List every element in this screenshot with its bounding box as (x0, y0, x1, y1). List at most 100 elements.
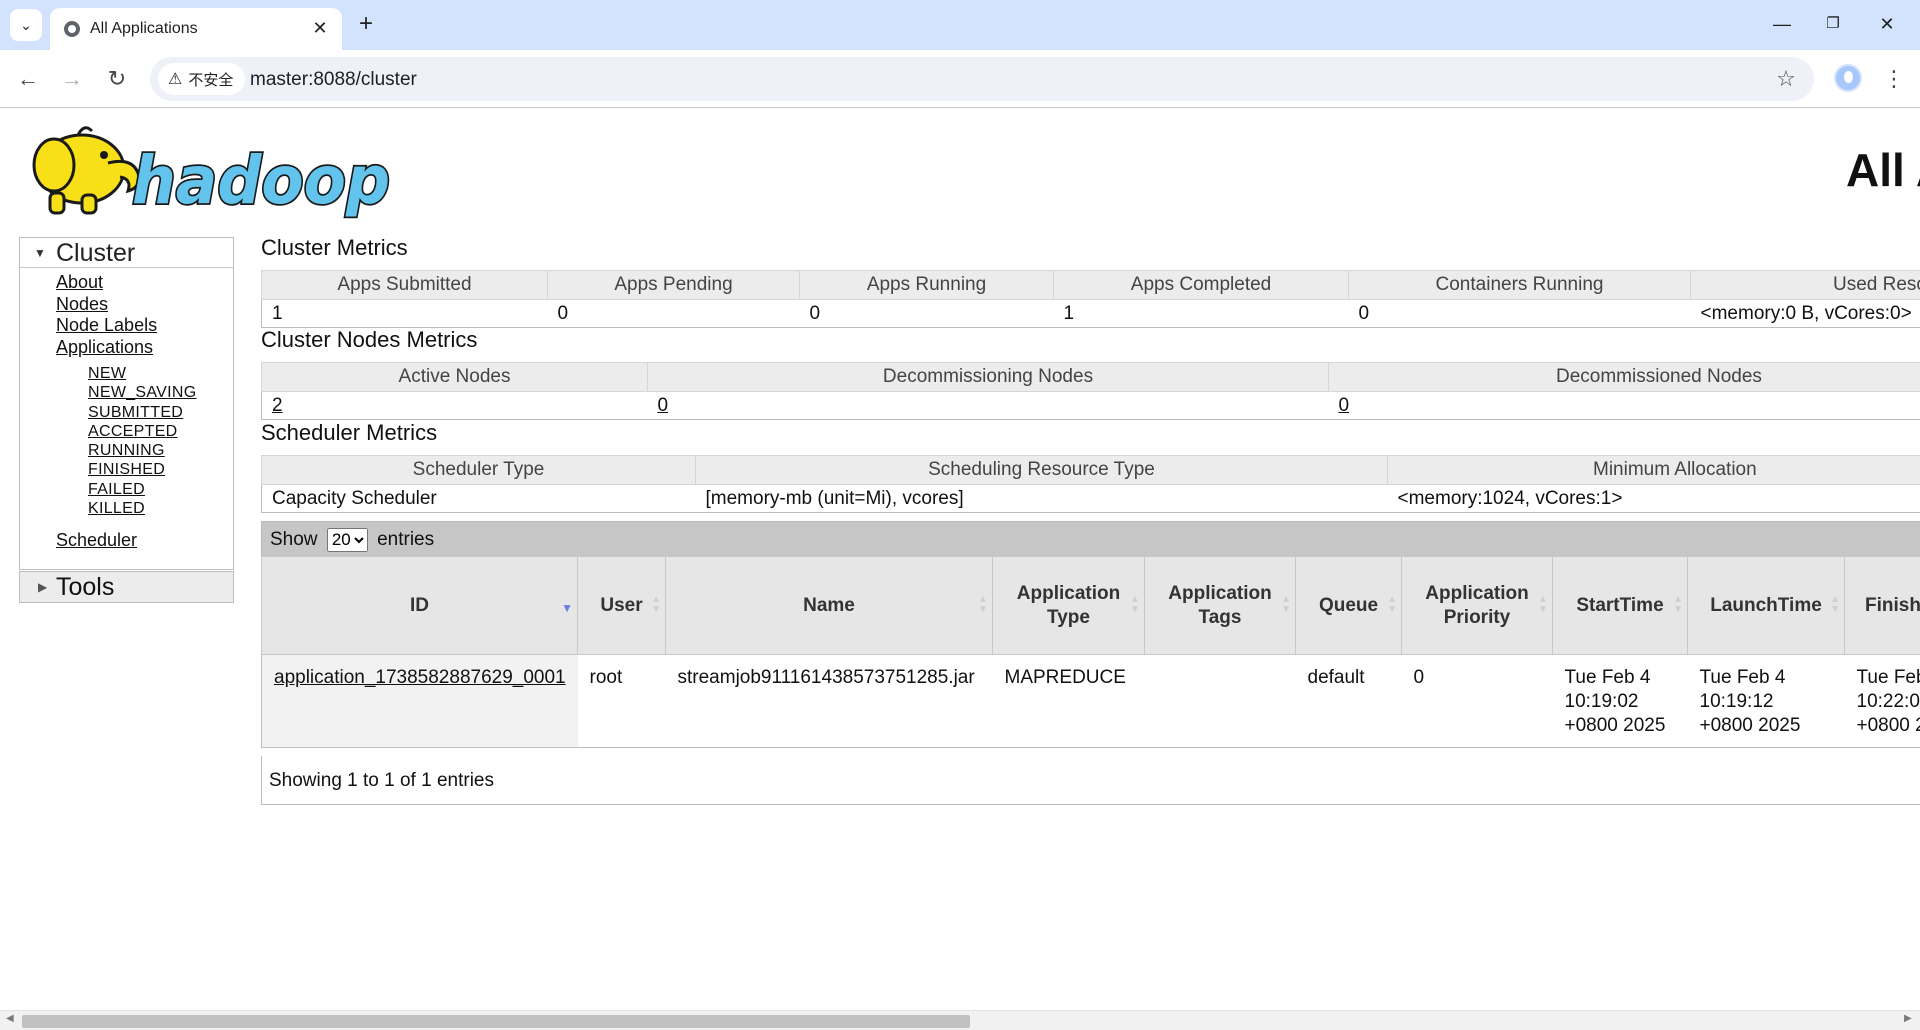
sidebar-state-accepted[interactable]: ACCEPTED (88, 422, 233, 441)
column-header-launch-time[interactable]: LaunchTime ▲ ▼ (1687, 556, 1845, 655)
column-header-id[interactable]: ID ▼ (261, 556, 578, 655)
window-close-icon[interactable]: ✕ (1864, 8, 1910, 40)
page-viewport: hadoop All Applications ▼ Cluster About … (0, 109, 1920, 1009)
column-header-finish-time[interactable]: FinishTime (1844, 556, 1920, 655)
column-header-application-priority[interactable]: Application Priority ▲ ▼ (1401, 556, 1553, 655)
profile-avatar-icon[interactable] (1834, 64, 1862, 92)
metric-value: 0 (1348, 299, 1691, 328)
column-header-user[interactable]: User ▲ ▼ (577, 556, 666, 655)
minimize-icon[interactable]: — (1759, 8, 1805, 40)
sidebar-state-failed[interactable]: FAILED (88, 480, 233, 499)
sidebar-tools-header[interactable]: ▶ Tools (19, 571, 234, 603)
sidebar-cluster-header[interactable]: ▼ Cluster (20, 238, 233, 268)
sort-both-icon: ▲ ▼ (1387, 594, 1397, 615)
cell-priority: 0 (1401, 654, 1553, 748)
sidebar-tools-label: Tools (56, 573, 115, 601)
sidebar-cluster-label: Cluster (56, 239, 136, 267)
sidebar-link-applications[interactable]: Applications (56, 337, 233, 359)
metric-value: 0 (799, 299, 1054, 328)
metric-value: 1 (1053, 299, 1349, 328)
sort-both-icon: ▲ ▼ (978, 594, 988, 615)
sidebar-link-about[interactable]: About (56, 272, 233, 294)
show-label: Show (270, 529, 318, 550)
decommissioning-nodes-link[interactable]: 0 (658, 395, 669, 416)
tab-search-chevron-down-icon[interactable]: ⌄ (10, 9, 42, 41)
cell-application-type: MAPREDUCE (992, 654, 1145, 748)
node-metrics-title: Cluster Nodes Metrics (261, 327, 478, 352)
cell-finish-time: Tue Feb 410:22:0+0800 2 (1844, 654, 1920, 748)
reload-icon[interactable]: ↻ (101, 63, 133, 95)
metric-header: Decommissioned Nodes (1328, 362, 1920, 392)
sidebar-state-killed[interactable]: KILLED (88, 499, 233, 518)
apps-table-controls: Show 20 entries (261, 521, 1920, 557)
back-arrow-icon[interactable]: ← (12, 63, 44, 95)
sort-both-icon: ▲ ▼ (1673, 594, 1683, 615)
sidebar-state-new[interactable]: NEW (88, 364, 233, 383)
scroll-left-arrow-icon[interactable]: ◀ (6, 1013, 14, 1024)
tab-close-icon[interactable]: ✕ (308, 16, 332, 40)
column-header-application-type[interactable]: Application Type ▲ ▼ (992, 556, 1145, 655)
page-title: All Applications (1846, 144, 1920, 196)
hadoop-logo[interactable]: hadoop (20, 117, 395, 225)
collapsed-triangle-icon: ▶ (38, 580, 48, 594)
sidebar-state-submitted[interactable]: SUBMITTED (88, 403, 233, 422)
restore-icon[interactable]: ❐ (1810, 8, 1856, 40)
table-row: application_1738582887629_0001 root stre… (261, 654, 1920, 748)
scheduler-metrics-title: Scheduler Metrics (261, 420, 438, 445)
metric-header: Containers Running (1348, 270, 1691, 300)
column-header-queue[interactable]: Queue ▲ ▼ (1295, 556, 1402, 655)
column-header-name[interactable]: Name ▲ ▼ (665, 556, 993, 655)
logo-wordmark: hadoop (132, 142, 390, 219)
bookmark-star-icon[interactable]: ☆ (1772, 65, 1800, 93)
metric-header: Apps Pending (547, 270, 800, 300)
entries-label: entries (377, 529, 435, 550)
horizontal-scrollbar[interactable]: ◀ ▶ (0, 1010, 1920, 1030)
sidebar-cluster-section: ▼ Cluster About Nodes Node Labels Applic… (19, 237, 234, 570)
more-menu-icon[interactable]: ⋮ (1878, 63, 1910, 95)
tab-title: All Applications (90, 20, 198, 37)
browser-toolbar: ← → ↻ ⚠ 不安全 master:8088/cluster ☆ ⋮ (0, 50, 1920, 108)
security-chip[interactable]: ⚠ 不安全 (158, 63, 246, 95)
decommissioned-nodes-link[interactable]: 0 (1339, 395, 1350, 416)
warning-icon: ⚠ (168, 71, 183, 88)
scrollbar-thumb[interactable] (22, 1015, 970, 1028)
address-bar[interactable]: ⚠ 不安全 master:8088/cluster ☆ (150, 57, 1814, 101)
active-nodes-link[interactable]: 2 (272, 395, 283, 416)
sort-both-icon: ▲ ▼ (1538, 594, 1548, 615)
application-id-link[interactable]: application_1738582887629_0001 (274, 667, 566, 688)
sidebar-state-running[interactable]: RUNNING (88, 441, 233, 460)
cell-start-time: Tue Feb 4 10:19:02 +0800 2025 (1552, 654, 1688, 748)
elephant-icon (32, 126, 141, 215)
metric-value: <memory:0 B, vCores:0> (1690, 299, 1920, 328)
url-text[interactable]: master:8088/cluster (250, 69, 417, 91)
sort-both-icon: ▲ ▼ (1281, 594, 1291, 615)
page-size-select[interactable]: 20 (326, 527, 368, 552)
metric-value: <memory:1024, vCores:1> (1387, 484, 1920, 513)
metric-value: [memory-mb (unit=Mi), vcores] (695, 484, 1388, 513)
table-info-footer: Showing 1 to 1 of 1 entries (261, 756, 1920, 805)
sidebar-link-node-labels[interactable]: Node Labels (56, 315, 233, 337)
forward-arrow-icon[interactable]: → (56, 63, 88, 95)
active-tab[interactable]: All Applications ✕ (50, 8, 342, 50)
sidebar-link-scheduler[interactable]: Scheduler (56, 530, 233, 552)
metric-header: Decommissioning Nodes (647, 362, 1329, 392)
metric-header: Minimum Allocation (1387, 455, 1920, 485)
sidebar-state-new-saving[interactable]: NEW_SAVING (88, 383, 233, 402)
cell-name: streamjob911161438573751285.jar (665, 654, 993, 748)
cluster-metrics-table: Apps Submitted Apps Pending Apps Running… (261, 270, 1920, 328)
sort-desc-icon: ▼ (561, 601, 573, 615)
metric-header: Scheduler Type (261, 455, 696, 485)
sidebar-link-nodes[interactable]: Nodes (56, 294, 233, 316)
metric-value: 0 (547, 299, 800, 328)
new-tab-plus-icon[interactable]: + (352, 10, 380, 38)
cell-user: root (577, 654, 666, 748)
scroll-right-arrow-icon[interactable]: ▶ (1904, 1013, 1912, 1024)
security-label: 不安全 (188, 71, 234, 89)
column-header-start-time[interactable]: StartTime ▲ ▼ (1552, 556, 1688, 655)
sidebar-state-finished[interactable]: FINISHED (88, 460, 233, 479)
globe-icon (64, 21, 80, 37)
cell-application-tags (1144, 654, 1296, 748)
cell-queue: default (1295, 654, 1402, 748)
column-header-application-tags[interactable]: Application Tags ▲ ▼ (1144, 556, 1296, 655)
metric-header: Used Resources (1690, 270, 1920, 300)
